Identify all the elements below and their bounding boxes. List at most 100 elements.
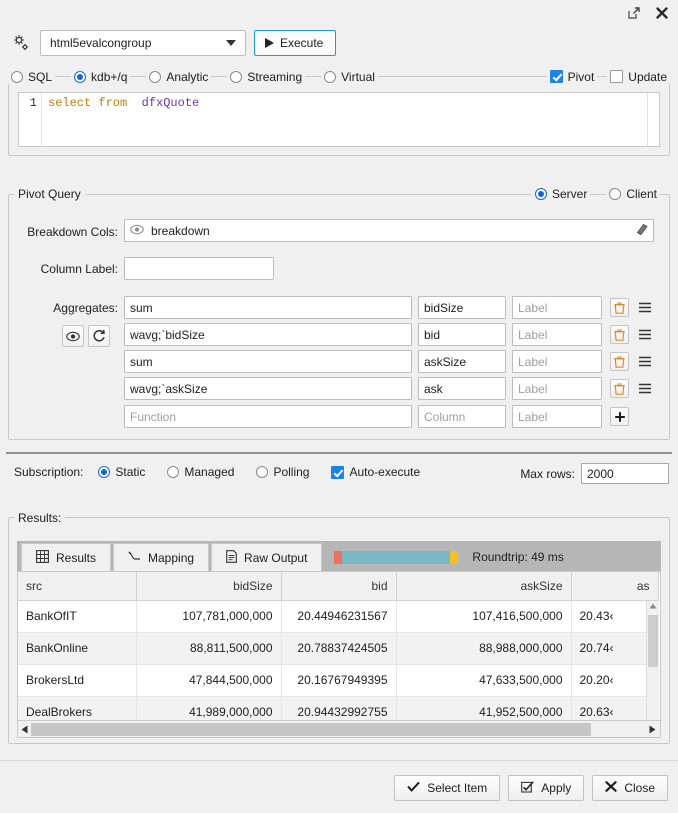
section-divider: [6, 452, 672, 454]
aggregate-function-input[interactable]: wavg;`askSize: [124, 377, 412, 400]
scroll-thumb[interactable]: [31, 723, 591, 736]
new-label-input[interactable]: Label: [512, 405, 602, 428]
aggregate-label-input[interactable]: Label: [512, 323, 602, 346]
radio-polling[interactable]: Polling: [253, 465, 312, 479]
column-label-label: Column Label:: [18, 262, 118, 276]
aggregate-function-input[interactable]: sum: [124, 296, 412, 319]
radio-label: Polling: [273, 465, 309, 479]
aggregate-column-input[interactable]: bid: [418, 323, 506, 346]
close-button[interactable]: Close: [592, 775, 668, 801]
aggregate-column-input[interactable]: askSize: [418, 350, 506, 373]
trash-icon[interactable]: [610, 298, 629, 317]
cell-asksize: 88,988,000,000: [396, 632, 571, 664]
apply-label: Apply: [541, 781, 571, 795]
radio-static[interactable]: Static: [95, 465, 148, 479]
table-row[interactable]: BankOnline 88,811,500,000 20.78837424505…: [18, 632, 658, 664]
aggregates-eye-button[interactable]: [62, 325, 84, 347]
breakdown-cols-field[interactable]: breakdown: [124, 219, 654, 242]
editor-code[interactable]: select from dfxQuote: [41, 93, 647, 146]
connection-dropdown[interactable]: html5evalcongroup: [40, 30, 246, 56]
aggregate-label-input[interactable]: Label: [512, 377, 602, 400]
column-header-bid[interactable]: bid: [281, 572, 396, 600]
tab-label: Mapping: [148, 551, 194, 565]
subscription-row: Subscription: Static Managed Polling Aut…: [14, 465, 423, 479]
table-row[interactable]: BrokersLtd 47,844,500,000 20.16767949395…: [18, 664, 658, 696]
aggregate-add-actions: [610, 407, 629, 426]
tab-label: Raw Output: [244, 551, 307, 565]
eye-icon[interactable]: [130, 224, 144, 238]
results-tabstrip: Results Mapping Raw Output: [17, 541, 661, 571]
connection-value: html5evalcongroup: [50, 36, 151, 50]
table-vertical-scrollbar[interactable]: [646, 601, 659, 729]
radio-sql[interactable]: SQL: [8, 70, 55, 84]
trash-icon[interactable]: [610, 379, 629, 398]
hamburger-icon[interactable]: [635, 352, 654, 371]
checkbox-pivot[interactable]: Pivot: [547, 70, 598, 84]
query-mode-radios: SQL kdb+/q Analytic Streaming Virtual: [8, 70, 394, 84]
radio-indicator: [535, 188, 547, 200]
radio-analytic[interactable]: Analytic: [146, 70, 211, 84]
hamburger-icon[interactable]: [635, 325, 654, 344]
aggregates-refresh-button[interactable]: [88, 325, 110, 347]
radio-managed[interactable]: Managed: [164, 465, 237, 479]
tab-results[interactable]: Results: [21, 543, 111, 571]
aggregate-function-input[interactable]: sum: [124, 350, 412, 373]
scroll-thumb[interactable]: [648, 615, 658, 667]
apply-button[interactable]: Apply: [508, 775, 584, 801]
new-function-input[interactable]: Function: [124, 405, 412, 428]
aggregate-column-input[interactable]: bidSize: [418, 296, 506, 319]
checkbox-label: Auto-execute: [349, 465, 420, 479]
column-header-asksize[interactable]: askSize: [396, 572, 571, 600]
plus-icon[interactable]: [610, 407, 629, 426]
trash-icon[interactable]: [610, 325, 629, 344]
max-rows-input[interactable]: 2000: [581, 463, 669, 484]
checkbox-auto-execute[interactable]: Auto-execute: [328, 465, 423, 479]
radio-server[interactable]: Server: [532, 187, 590, 201]
execute-button[interactable]: Execute: [254, 30, 336, 56]
results-table[interactable]: src bidSize bid askSize as BankOfIT 107,…: [17, 571, 661, 730]
max-rows-group: Max rows: 2000: [520, 463, 669, 484]
aggregate-row: sum bidSize Label: [124, 296, 654, 319]
eraser-icon[interactable]: [633, 223, 648, 238]
aggregate-column-input[interactable]: ask: [418, 377, 506, 400]
hamburger-icon[interactable]: [635, 379, 654, 398]
progress-segment-3: [450, 551, 458, 564]
column-header-ask[interactable]: as: [571, 572, 658, 600]
scroll-right-arrow-icon: [649, 725, 656, 734]
execute-label: Execute: [280, 36, 323, 50]
radio-client[interactable]: Client: [606, 187, 660, 201]
aggregate-label-input[interactable]: Label: [512, 296, 602, 319]
checkbox-update[interactable]: Update: [607, 70, 670, 84]
aggregate-row-actions: [610, 298, 654, 317]
new-column-input[interactable]: Column: [418, 405, 506, 428]
column-label-input[interactable]: [124, 257, 274, 280]
radio-indicator: [74, 71, 86, 83]
gear-icon[interactable]: [10, 32, 32, 54]
radio-streaming[interactable]: Streaming: [227, 70, 305, 84]
radio-kdbq[interactable]: kdb+/q: [71, 70, 130, 84]
table-row[interactable]: BankOfIT 107,781,000,000 20.44946231567 …: [18, 600, 658, 632]
query-editor[interactable]: 1 select from dfxQuote: [18, 92, 660, 147]
select-item-button[interactable]: Select Item: [394, 775, 500, 801]
hamburger-icon[interactable]: [635, 298, 654, 317]
radio-virtual[interactable]: Virtual: [321, 70, 378, 84]
column-header-src[interactable]: src: [18, 572, 136, 600]
checkbox-label: Update: [628, 70, 667, 84]
aggregate-row-actions: [610, 379, 654, 398]
radio-indicator: [167, 466, 179, 478]
aggregate-label-input[interactable]: Label: [512, 350, 602, 373]
trash-icon[interactable]: [610, 352, 629, 371]
table-horizontal-scrollbar[interactable]: [17, 720, 661, 738]
tab-mapping[interactable]: Mapping: [113, 543, 209, 571]
radio-label: Static: [115, 465, 145, 479]
column-header-bidsize[interactable]: bidSize: [136, 572, 281, 600]
cell-asksize: 107,416,500,000: [396, 600, 571, 632]
cell-bidsize: 47,844,500,000: [136, 664, 281, 696]
popout-icon[interactable]: [626, 5, 642, 21]
radio-indicator: [230, 71, 242, 83]
aggregate-function-input[interactable]: wavg;`bidSize: [124, 323, 412, 346]
editor-scrollbar[interactable]: [647, 93, 659, 146]
tab-raw-output[interactable]: Raw Output: [211, 543, 322, 571]
close-icon[interactable]: [654, 5, 670, 21]
legend-divider: [400, 76, 531, 77]
